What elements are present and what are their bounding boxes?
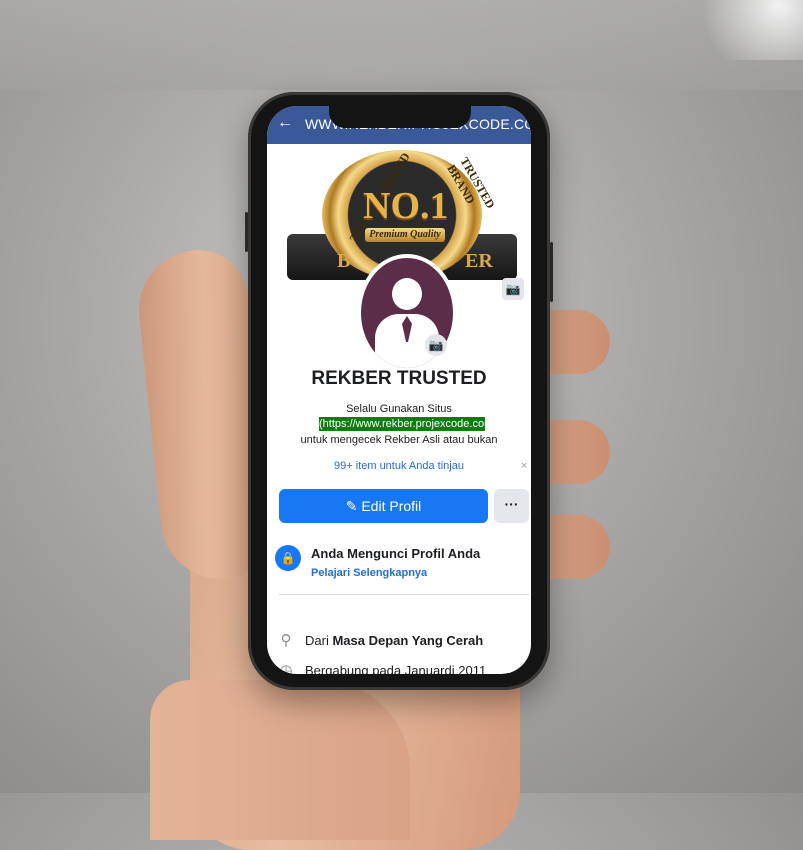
map-pin-icon: ⚲ xyxy=(280,632,292,649)
intro-from-place: Masa Depan Yang Cerah xyxy=(332,633,484,648)
pencil-icon: ✎ xyxy=(345,498,358,514)
badge-quality-text: Premium Quality xyxy=(365,228,445,242)
badge-main-text: NO.1 xyxy=(363,185,449,227)
bio-line-2: untuk mengecek Rekber Asli atau bukan xyxy=(300,434,498,446)
background-light xyxy=(683,0,803,60)
avatar-head xyxy=(392,278,422,310)
arrow-left-icon[interactable]: ← xyxy=(277,114,293,132)
shield-lock-icon: 🔒 xyxy=(275,545,301,571)
intro-from: Dari Masa Depan Yang Cerah xyxy=(305,633,483,648)
more-options-button[interactable]: ··· xyxy=(494,489,529,523)
bio-link[interactable]: (https://www.rekber.projexcode.com) xyxy=(319,417,497,431)
intro-joined: Bergabung pada Januardi 2011 xyxy=(305,663,487,674)
phone-notch xyxy=(329,106,471,128)
camera-icon[interactable]: 📷 xyxy=(425,334,447,356)
learn-more-link[interactable]: Pelajari Selengkapnya xyxy=(311,567,427,579)
close-icon[interactable]: × xyxy=(521,460,527,472)
power-button xyxy=(550,242,553,302)
volume-button xyxy=(245,212,248,252)
edit-profile-button[interactable]: ✎ Edit Profil xyxy=(279,489,488,523)
review-items-link[interactable]: 99+ item untuk Anda tinjau xyxy=(267,460,531,472)
camera-icon[interactable]: 📷 xyxy=(502,278,524,300)
bio-line-1: Selalu Gunakan Situs xyxy=(346,403,452,415)
phone-screen: ← WWW.REKBER.PROJEXCODE.COM TRUSTED BRAN… xyxy=(267,106,531,674)
divider xyxy=(279,594,529,595)
banner-text-left: B xyxy=(337,250,351,272)
profile-name: REKBER TRUSTED xyxy=(311,368,487,389)
banner-text-right: ER xyxy=(465,250,493,272)
clock-icon: ◷ xyxy=(279,662,293,674)
smartphone: ← WWW.REKBER.PROJEXCODE.COM TRUSTED BRAN… xyxy=(245,92,553,690)
wrist xyxy=(150,680,410,840)
avatar[interactable] xyxy=(357,254,457,372)
edit-profile-label: Edit Profil xyxy=(361,498,422,514)
lock-notice-title: Anda Mengunci Profil Anda xyxy=(311,546,481,561)
intro-from-prefix: Dari xyxy=(305,633,333,648)
